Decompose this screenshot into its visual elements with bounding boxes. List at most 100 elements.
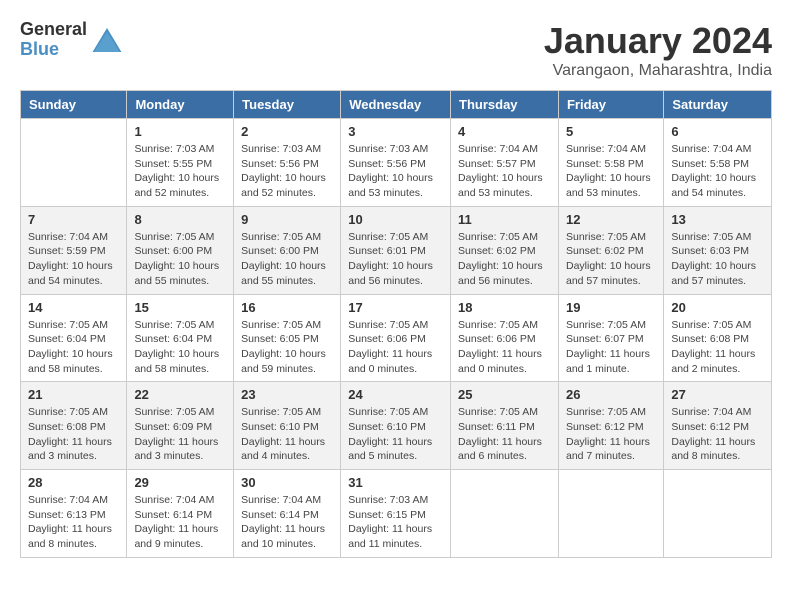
calendar-cell: 14 Sunrise: 7:05 AMSunset: 6:04 PMDayligh… [21, 294, 127, 382]
day-number: 19 [566, 300, 656, 315]
day-number: 10 [348, 212, 443, 227]
day-info: Sunrise: 7:05 AMSunset: 6:09 PMDaylight:… [134, 405, 226, 464]
day-number: 27 [671, 387, 764, 402]
day-info: Sunrise: 7:04 AMSunset: 6:12 PMDaylight:… [671, 405, 764, 464]
day-info: Sunrise: 7:05 AMSunset: 6:04 PMDaylight:… [28, 318, 119, 377]
calendar-cell: 6 Sunrise: 7:04 AMSunset: 5:58 PMDaylight… [664, 119, 772, 207]
calendar-cell: 15 Sunrise: 7:05 AMSunset: 6:04 PMDayligh… [127, 294, 234, 382]
day-number: 16 [241, 300, 333, 315]
day-info: Sunrise: 7:05 AMSunset: 6:02 PMDaylight:… [566, 230, 656, 289]
day-info: Sunrise: 7:05 AMSunset: 6:07 PMDaylight:… [566, 318, 656, 377]
page-header: General Blue January 2024 Varangaon, Mah… [20, 20, 772, 80]
day-number: 14 [28, 300, 119, 315]
calendar-week-5: 28 Sunrise: 7:04 AMSunset: 6:13 PMDayligh… [21, 470, 772, 558]
day-number: 9 [241, 212, 333, 227]
day-info: Sunrise: 7:05 AMSunset: 6:12 PMDaylight:… [566, 405, 656, 464]
calendar-cell [451, 470, 559, 558]
header-wednesday: Wednesday [341, 91, 451, 119]
header-tuesday: Tuesday [234, 91, 341, 119]
day-info: Sunrise: 7:04 AMSunset: 5:58 PMDaylight:… [566, 142, 656, 201]
calendar-cell: 25Sunrise: 7:05 AMSunset: 6:11 PMDayligh… [451, 382, 559, 470]
calendar-cell: 4Sunrise: 7:04 AMSunset: 5:57 PMDaylight… [451, 119, 559, 207]
day-number: 20 [671, 300, 764, 315]
day-info: Sunrise: 7:05 AMSunset: 6:00 PMDaylight:… [134, 230, 226, 289]
day-info: Sunrise: 7:05 AMSunset: 6:10 PMDaylight:… [348, 405, 443, 464]
calendar-cell: 27 Sunrise: 7:04 AMSunset: 6:12 PMDayligh… [664, 382, 772, 470]
day-number: 7 [28, 212, 119, 227]
day-number: 22 [134, 387, 226, 402]
day-number: 12 [566, 212, 656, 227]
logo-icon [91, 24, 123, 56]
calendar-cell: 22 Sunrise: 7:05 AMSunset: 6:09 PMDayligh… [127, 382, 234, 470]
logo-general: General [20, 20, 87, 40]
calendar-cell: 1Sunrise: 7:03 AMSunset: 5:55 PMDaylight… [127, 119, 234, 207]
logo: General Blue [20, 20, 123, 60]
header-sunday: Sunday [21, 91, 127, 119]
calendar-cell: 20 Sunrise: 7:05 AMSunset: 6:08 PMDayligh… [664, 294, 772, 382]
day-info: Sunrise: 7:05 AMSunset: 6:08 PMDaylight:… [28, 405, 119, 464]
calendar-cell: 13 Sunrise: 7:05 AMSunset: 6:03 PMDayligh… [664, 206, 772, 294]
title-block: January 2024 Varangaon, Maharashtra, Ind… [544, 20, 772, 80]
day-info: Sunrise: 7:05 AMSunset: 6:10 PMDaylight:… [241, 405, 333, 464]
day-info: Sunrise: 7:05 AMSunset: 6:04 PMDaylight:… [134, 318, 226, 377]
day-info: Sunrise: 7:05 AMSunset: 6:00 PMDaylight:… [241, 230, 333, 289]
calendar-cell: 28 Sunrise: 7:04 AMSunset: 6:13 PMDayligh… [21, 470, 127, 558]
calendar-cell: 23 Sunrise: 7:05 AMSunset: 6:10 PMDayligh… [234, 382, 341, 470]
day-number: 30 [241, 475, 333, 490]
day-info: Sunrise: 7:05 AMSunset: 6:08 PMDaylight:… [671, 318, 764, 377]
calendar-cell: 3 Sunrise: 7:03 AMSunset: 5:56 PMDaylight… [341, 119, 451, 207]
day-info: Sunrise: 7:05 AMSunset: 6:01 PMDaylight:… [348, 230, 443, 289]
day-info: Sunrise: 7:05 AMSunset: 6:05 PMDaylight:… [241, 318, 333, 377]
calendar-cell [664, 470, 772, 558]
day-number: 2 [241, 124, 333, 139]
calendar-cell [558, 470, 663, 558]
calendar-cell: 9 Sunrise: 7:05 AMSunset: 6:00 PMDaylight… [234, 206, 341, 294]
day-number: 29 [134, 475, 226, 490]
calendar-cell: 21 Sunrise: 7:05 AMSunset: 6:08 PMDayligh… [21, 382, 127, 470]
calendar-cell: 31 Sunrise: 7:03 AMSunset: 6:15 PMDayligh… [341, 470, 451, 558]
header-friday: Friday [558, 91, 663, 119]
day-number: 13 [671, 212, 764, 227]
day-number: 26 [566, 387, 656, 402]
day-info: Sunrise: 7:03 AMSunset: 5:56 PMDaylight:… [241, 142, 333, 201]
day-info: Sunrise: 7:04 AMSunset: 5:58 PMDaylight:… [671, 142, 764, 201]
day-info: Sunrise: 7:03 AMSunset: 6:15 PMDaylight:… [348, 493, 443, 552]
day-info: Sunrise: 7:04 AMSunset: 6:14 PMDaylight:… [241, 493, 333, 552]
day-info: Sunrise: 7:04 AMSunset: 5:57 PMDaylight:… [458, 142, 551, 201]
day-info: Sunrise: 7:03 AMSunset: 5:55 PMDaylight:… [134, 142, 226, 201]
calendar-week-3: 14 Sunrise: 7:05 AMSunset: 6:04 PMDayligh… [21, 294, 772, 382]
day-number: 21 [28, 387, 119, 402]
day-number: 17 [348, 300, 443, 315]
calendar-cell: 17 Sunrise: 7:05 AMSunset: 6:06 PMDayligh… [341, 294, 451, 382]
calendar-cell: 2 Sunrise: 7:03 AMSunset: 5:56 PMDaylight… [234, 119, 341, 207]
day-number: 23 [241, 387, 333, 402]
calendar-cell: 10 Sunrise: 7:05 AMSunset: 6:01 PMDayligh… [341, 206, 451, 294]
calendar-week-1: 1Sunrise: 7:03 AMSunset: 5:55 PMDaylight… [21, 119, 772, 207]
calendar-table: SundayMondayTuesdayWednesdayThursdayFrid… [20, 90, 772, 558]
day-number: 15 [134, 300, 226, 315]
day-info: Sunrise: 7:05 AMSunset: 6:06 PMDaylight:… [458, 318, 551, 377]
day-info: Sunrise: 7:05 AMSunset: 6:06 PMDaylight:… [348, 318, 443, 377]
day-number: 31 [348, 475, 443, 490]
day-info: Sunrise: 7:04 AMSunset: 6:13 PMDaylight:… [28, 493, 119, 552]
day-number: 28 [28, 475, 119, 490]
month-title: January 2024 [544, 20, 772, 62]
logo-blue: Blue [20, 40, 87, 60]
calendar-cell: 11Sunrise: 7:05 AMSunset: 6:02 PMDayligh… [451, 206, 559, 294]
day-number: 3 [348, 124, 443, 139]
day-number: 6 [671, 124, 764, 139]
calendar-cell: 12 Sunrise: 7:05 AMSunset: 6:02 PMDayligh… [558, 206, 663, 294]
calendar-cell: 5Sunrise: 7:04 AMSunset: 5:58 PMDaylight… [558, 119, 663, 207]
subtitle: Varangaon, Maharashtra, India [544, 62, 772, 80]
header-monday: Monday [127, 91, 234, 119]
day-number: 24 [348, 387, 443, 402]
day-number: 25 [458, 387, 551, 402]
day-info: Sunrise: 7:05 AMSunset: 6:02 PMDaylight:… [458, 230, 551, 289]
calendar-cell: 29 Sunrise: 7:04 AMSunset: 6:14 PMDayligh… [127, 470, 234, 558]
day-info: Sunrise: 7:03 AMSunset: 5:56 PMDaylight:… [348, 142, 443, 201]
day-info: Sunrise: 7:05 AMSunset: 6:03 PMDaylight:… [671, 230, 764, 289]
day-info: Sunrise: 7:04 AMSunset: 6:14 PMDaylight:… [134, 493, 226, 552]
calendar-cell: 8Sunrise: 7:05 AMSunset: 6:00 PMDaylight… [127, 206, 234, 294]
header-saturday: Saturday [664, 91, 772, 119]
day-number: 18 [458, 300, 551, 315]
